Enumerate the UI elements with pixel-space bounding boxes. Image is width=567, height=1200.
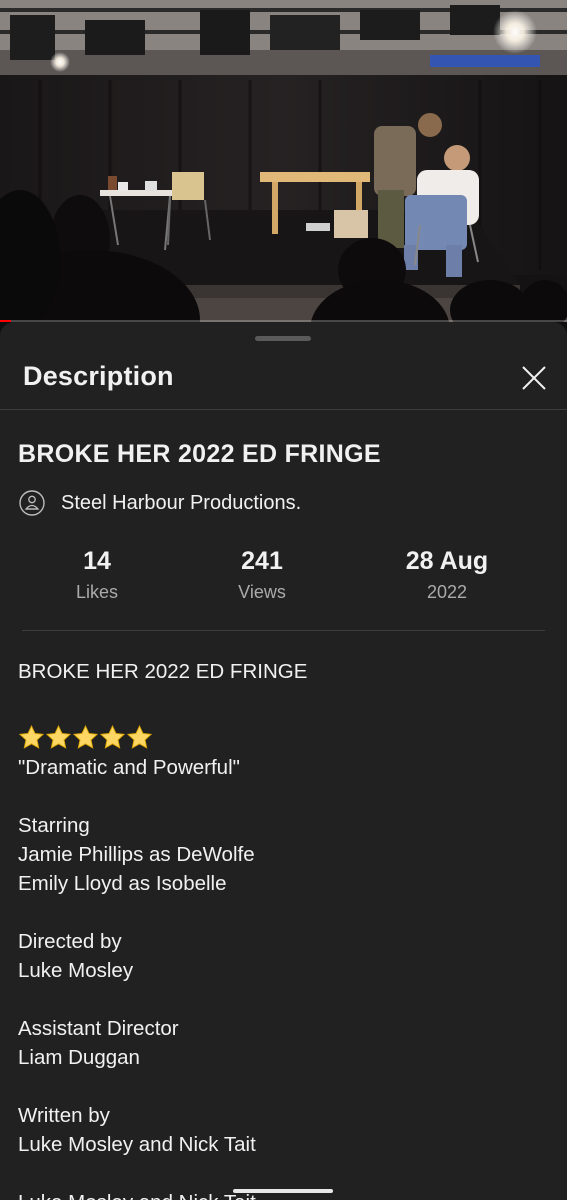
stat-date: 28 Aug 2022 bbox=[382, 544, 512, 603]
star-icon bbox=[45, 724, 72, 749]
assistant-director-name: Liam Duggan bbox=[18, 1046, 140, 1069]
sheet-header: Description bbox=[0, 352, 567, 410]
written-heading: Written by bbox=[18, 1104, 110, 1127]
assistant-director-heading: Assistant Director bbox=[18, 1017, 179, 1040]
close-button[interactable] bbox=[512, 356, 556, 400]
sheet-title: Description bbox=[23, 361, 174, 391]
stat-likes: 14 Likes bbox=[47, 544, 147, 603]
description-text: BROKE HER 2022 ED FRINGE "Dramatic and P… bbox=[18, 657, 548, 1200]
likes-count: 14 bbox=[83, 547, 111, 575]
video-player[interactable] bbox=[0, 0, 567, 322]
screen: Description BROKE HER 2022 ED FRINGE Ste… bbox=[0, 0, 567, 1200]
upload-year: 2022 bbox=[426, 582, 468, 602]
star-icon bbox=[99, 724, 126, 749]
channel-name: Steel Harbour Productions. bbox=[61, 491, 302, 514]
writers-names: Luke Mosley and Nick Tait bbox=[18, 1133, 256, 1156]
star-icon bbox=[72, 724, 99, 749]
rating-stars bbox=[18, 715, 548, 753]
divider bbox=[22, 630, 545, 631]
video-title: BROKE HER 2022 ED FRINGE bbox=[18, 440, 381, 468]
drag-handle[interactable] bbox=[255, 336, 311, 341]
channel-avatar-icon bbox=[18, 489, 46, 517]
director-name: Luke Mosley bbox=[18, 959, 134, 982]
channel-link[interactable]: Steel Harbour Productions. bbox=[18, 488, 301, 518]
views-count: 241 bbox=[241, 547, 283, 575]
stage-scene-image bbox=[0, 0, 567, 322]
directed-heading: Directed by bbox=[18, 930, 122, 953]
close-icon bbox=[522, 366, 546, 390]
description-sheet: Description BROKE HER 2022 ED FRINGE Ste… bbox=[0, 322, 567, 1200]
starring-heading: Starring bbox=[18, 814, 90, 837]
cast-member: Jamie Phillips as DeWolfe bbox=[18, 843, 255, 866]
stat-views: 241 Views bbox=[212, 544, 312, 603]
cast-member: Emily Lloyd as Isobelle bbox=[18, 872, 227, 895]
home-indicator[interactable] bbox=[233, 1189, 333, 1193]
likes-label: Likes bbox=[75, 582, 119, 602]
star-icon bbox=[18, 724, 45, 749]
views-label: Views bbox=[238, 582, 286, 602]
review-quote: "Dramatic and Powerful" bbox=[18, 756, 240, 779]
stats-row: 14 Likes 241 Views 28 Aug 2022 bbox=[0, 544, 567, 614]
star-icon bbox=[126, 724, 153, 749]
description-headline: BROKE HER 2022 ED FRINGE bbox=[18, 660, 308, 683]
upload-date: 28 Aug bbox=[405, 547, 489, 575]
